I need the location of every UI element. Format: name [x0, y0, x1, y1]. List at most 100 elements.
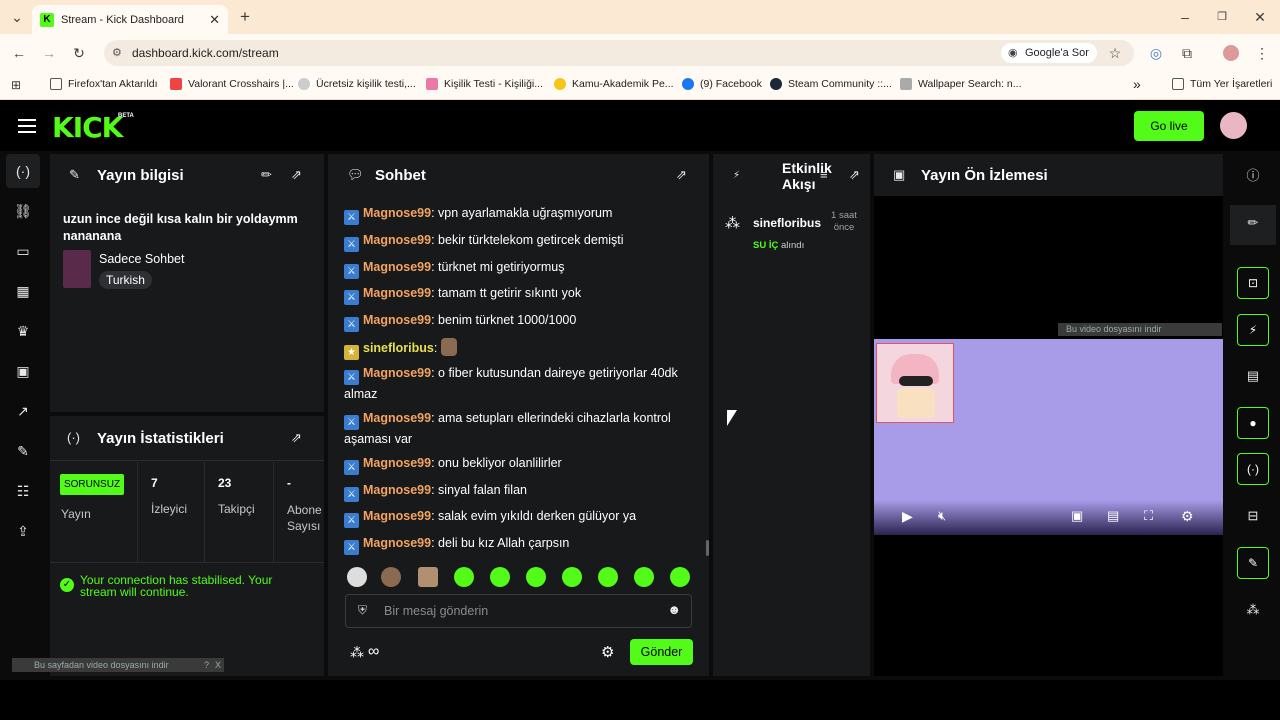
- broadcast-toggle-button[interactable]: (·): [1237, 453, 1269, 485]
- chat-settings-gear-icon[interactable]: ⚙: [601, 643, 614, 661]
- divider: [50, 460, 324, 461]
- emote-icon[interactable]: [526, 567, 546, 587]
- tab-title: Stream - Kick Dashboard: [61, 13, 184, 26]
- chat-message: ★ sinefloribus:: [344, 338, 694, 360]
- profile-avatar-icon[interactable]: [1223, 45, 1239, 61]
- forward-icon[interactable]: →: [40, 44, 58, 62]
- download-page-overlay[interactable]: Bu sayfadan video dosyasını indir ? X: [12, 658, 224, 672]
- activity-user[interactable]: sinefloribus: [753, 216, 821, 230]
- mute-icon[interactable]: 🔇︎: [938, 508, 946, 524]
- player-settings-icon[interactable]: ⚙: [1181, 508, 1194, 525]
- bookmark-item[interactable]: Kamu-Akademik Pe...: [554, 76, 674, 92]
- help-icon[interactable]: ?: [204, 658, 209, 672]
- layout-icon[interactable]: ⊟: [1243, 506, 1263, 526]
- bookmark-item[interactable]: Wallpaper Search: n...: [900, 76, 1022, 92]
- bookmark-item[interactable]: Ücretsiz kişilik testi,...: [298, 76, 416, 92]
- emote-icon[interactable]: [490, 567, 510, 587]
- emote-icon[interactable]: [347, 567, 367, 587]
- bookmark-item[interactable]: Firefox'tan Aktarıldı: [50, 76, 158, 92]
- extensions-icon[interactable]: ⧉: [1178, 44, 1196, 62]
- popout-icon[interactable]: ⇗: [849, 167, 860, 183]
- go-live-button[interactable]: Go live: [1134, 111, 1204, 141]
- fullscreen-icon[interactable]: ⛶: [1144, 508, 1153, 524]
- chat-scrollbar[interactable]: [706, 540, 709, 556]
- edit-icon[interactable]: ✏: [1243, 213, 1263, 233]
- notes-icon[interactable]: ▤: [1243, 366, 1263, 386]
- miniplayer-icon[interactable]: ▣: [1071, 508, 1083, 524]
- back-icon[interactable]: ←: [10, 44, 28, 62]
- kick-points-icon[interactable]: ⁂: [350, 644, 364, 661]
- browser-menu-icon[interactable]: ⋮: [1253, 44, 1271, 62]
- bookmark-item[interactable]: (9) Facebook: [682, 76, 762, 92]
- stream-nav-icon[interactable]: (·): [6, 154, 40, 188]
- popout-icon[interactable]: ⇗: [676, 167, 687, 183]
- site-info-icon[interactable]: ⚙: [112, 40, 122, 66]
- window-nav-icon[interactable]: ▭: [12, 240, 34, 262]
- upload-nav-icon[interactable]: ⇪: [12, 520, 34, 542]
- send-button[interactable]: Gönder: [630, 639, 693, 665]
- edit-pencil-icon[interactable]: ✏: [261, 167, 272, 183]
- restore-icon[interactable]: ❐: [1213, 8, 1231, 26]
- emote-icon[interactable]: [634, 567, 654, 587]
- growth-nav-icon[interactable]: ↗: [12, 400, 34, 422]
- close-window-icon[interactable]: ✕: [1251, 8, 1269, 26]
- emoji-picker-icon[interactable]: ☻: [667, 602, 681, 617]
- user-avatar[interactable]: [1220, 112, 1247, 139]
- all-bookmarks[interactable]: Tüm Yer İşaretleri: [1172, 76, 1272, 92]
- bookmark-item[interactable]: Steam Community ::...: [770, 76, 892, 92]
- close-tab-icon[interactable]: ✕: [209, 12, 220, 28]
- download-video-overlay[interactable]: Bu video dosyasını indir: [1058, 323, 1222, 336]
- info-icon[interactable]: ⓘ: [1243, 166, 1263, 186]
- chat-toggle-button[interactable]: ●: [1237, 407, 1269, 439]
- wrench-nav-icon[interactable]: ✎: [12, 440, 34, 462]
- bookmark-item[interactable]: Valorant Crosshairs |...: [170, 76, 294, 92]
- tab-list-icon[interactable]: ⌄: [8, 8, 26, 26]
- site-icon: [900, 78, 912, 90]
- moderator-badge-icon: ⚔: [344, 415, 359, 430]
- overlay-close-icon[interactable]: X: [215, 658, 221, 672]
- play-icon[interactable]: ▶: [902, 508, 913, 525]
- analytics-nav-icon[interactable]: ▦: [12, 280, 34, 302]
- apps-grid-icon[interactable]: ⊞: [8, 76, 24, 94]
- google-sor-button[interactable]: ◉ Google'a Sor: [1001, 43, 1097, 63]
- kick-logo[interactable]: KICK: [52, 111, 123, 144]
- popout-icon[interactable]: ⇗: [291, 430, 302, 446]
- kick-points-side-icon[interactable]: ⁂: [1243, 600, 1263, 620]
- screenshot-button[interactable]: ⊡: [1237, 267, 1269, 299]
- url-text: dashboard.kick.com/stream: [132, 46, 279, 60]
- chat-input[interactable]: ⛨ Bir mesaj gönderin ☻: [345, 594, 692, 628]
- emote-icon[interactable]: [381, 567, 401, 587]
- bookmark-star-icon[interactable]: ☆: [1106, 44, 1124, 62]
- emote-icon[interactable]: [598, 567, 618, 587]
- bookmark-item[interactable]: Kişilik Testi - Kişiliği...: [426, 76, 543, 92]
- lightning-button[interactable]: ⚡︎: [1237, 314, 1269, 346]
- broadcast-icon: (·): [67, 430, 80, 445]
- reload-icon[interactable]: ↻: [70, 44, 88, 62]
- popout-icon[interactable]: ⇗: [291, 167, 302, 183]
- extension-copilot-icon[interactable]: ◎: [1147, 44, 1165, 62]
- minimize-icon[interactable]: –: [1176, 8, 1194, 26]
- more-bookmarks-icon[interactable]: »: [1133, 76, 1141, 92]
- emote-icon[interactable]: [562, 567, 582, 587]
- moderator-badge-icon: ⚔: [344, 460, 359, 475]
- moderator-badge-icon: ⚔: [344, 264, 359, 279]
- hamburger-menu-icon[interactable]: [18, 117, 36, 133]
- filter-icon[interactable]: ≡: [820, 167, 828, 182]
- link-nav-icon[interactable]: ⛓: [12, 200, 34, 222]
- emote-icon[interactable]: [454, 567, 474, 587]
- emote-icon[interactable]: [418, 567, 438, 587]
- emote-icon[interactable]: [670, 567, 690, 587]
- address-bar[interactable]: ⚙ dashboard.kick.com/stream: [104, 40, 1134, 66]
- users-nav-icon[interactable]: ☷: [12, 480, 34, 502]
- moderator-badge-icon: ⚔: [344, 540, 359, 555]
- moderator-badge-icon: ⚔: [344, 290, 359, 305]
- video-nav-icon[interactable]: ▣: [12, 360, 34, 382]
- trophy-nav-icon[interactable]: ♛: [12, 320, 34, 342]
- wrench-button[interactable]: ✎: [1237, 547, 1269, 579]
- chat-message: ⚔ Magnose99: tamam tt getirir sıkıntı yok: [344, 284, 694, 305]
- new-tab-icon[interactable]: +: [236, 8, 254, 26]
- theater-icon[interactable]: ▤: [1107, 508, 1119, 524]
- steam-icon: [770, 78, 782, 90]
- followers-value: 23: [218, 476, 232, 490]
- browser-tab[interactable]: K Stream - Kick Dashboard ✕: [32, 5, 228, 34]
